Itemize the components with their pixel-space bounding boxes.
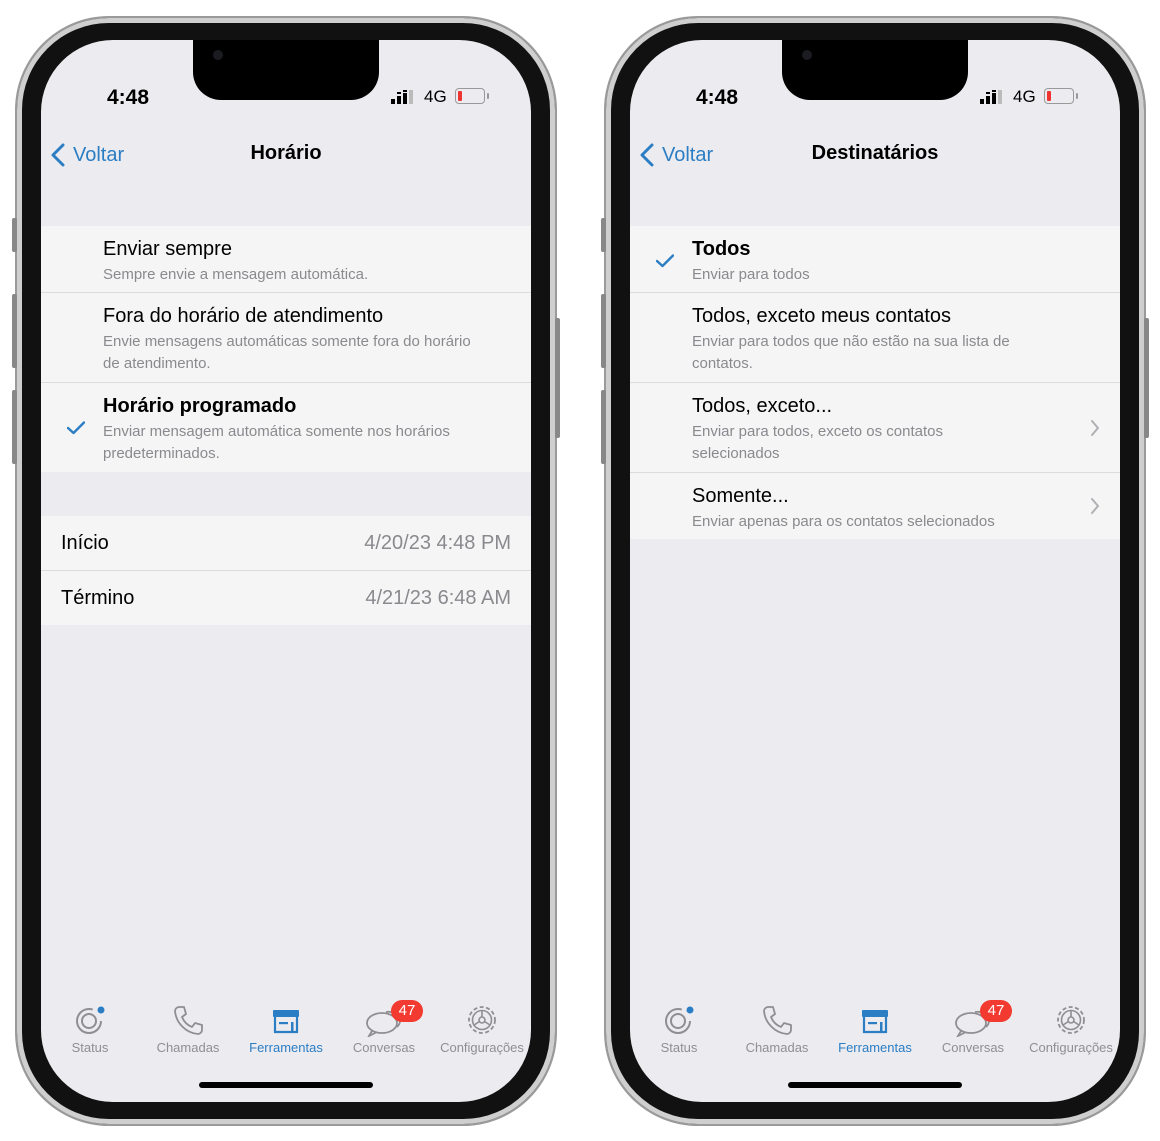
checkmark-icon (656, 254, 674, 268)
recipient-options: Todos Enviar para todos Todos, exceto me… (630, 226, 1120, 539)
option-title: Todos, exceto meus contatos (692, 305, 952, 327)
tab-label: Chamadas (745, 1040, 809, 1055)
silent-switch (601, 218, 606, 252)
network-type: 4G (424, 87, 447, 106)
status-icon (76, 1006, 105, 1034)
battery-icon (1044, 88, 1078, 104)
option-horario-programado[interactable]: Horário programado Enviar mensagem autom… (41, 383, 531, 472)
tab-configuracoes[interactable]: Configurações (433, 1000, 531, 1055)
page-title: Destinatários (811, 142, 939, 164)
option-todos-exceto-meus-contatos[interactable]: Todos, exceto meus contatos Enviar para … (630, 293, 1120, 383)
option-subtitle: Enviar para todos (692, 266, 810, 283)
tab-label: Status (71, 1040, 109, 1055)
store-icon (862, 1010, 888, 1034)
tab-conversas[interactable]: Conversas 47 (924, 1000, 1022, 1055)
option-subtitle: Enviar apenas para os contatos seleciona… (692, 513, 995, 530)
start-time-row[interactable]: Início 4/20/23 4:48 PM (41, 516, 531, 571)
chevron-right-icon (1091, 420, 1099, 436)
option-fora-do-horario[interactable]: Fora do horário de atendimento Envie men… (41, 293, 531, 383)
side-button (1144, 318, 1149, 438)
screen-left: 4:48 4G Voltar Horário Enviar sempre Sem… (41, 40, 531, 1102)
notch (782, 40, 968, 100)
tab-chamadas[interactable]: Chamadas (728, 1000, 826, 1055)
option-title: Horário programado (103, 395, 297, 417)
tab-label: Chamadas (156, 1040, 220, 1055)
network-type: 4G (1013, 87, 1036, 106)
side-button (555, 318, 560, 438)
camera (802, 50, 812, 60)
gear-icon (468, 1006, 496, 1034)
tab-label: Conversas (941, 1040, 1005, 1055)
home-indicator[interactable] (199, 1082, 373, 1088)
navigation-bar: Voltar Destinatários (630, 138, 1120, 174)
tab-label: Ferramentas (249, 1040, 323, 1055)
checkmark-icon (67, 421, 85, 435)
page-title: Horário (250, 142, 322, 164)
tab-label: Configurações (440, 1040, 524, 1055)
tab-label: Ferramentas (838, 1040, 912, 1055)
option-subtitle: Enviar mensagem automática somente nos h… (103, 423, 450, 462)
option-subtitle: Envie mensagens automáticas somente fora… (103, 333, 471, 372)
store-icon (273, 1010, 299, 1034)
schedule-options: Enviar sempre Sempre envie a mensagem au… (41, 226, 531, 472)
signal-icon (980, 90, 1002, 104)
volume-down-button (601, 390, 606, 464)
signal-icon (391, 90, 413, 104)
end-value: 4/21/23 6:48 AM (365, 586, 511, 609)
end-label: Término (61, 586, 135, 609)
option-title: Somente... (692, 485, 789, 507)
option-title: Enviar sempre (103, 238, 232, 260)
tab-configuracoes[interactable]: Configurações (1022, 1000, 1120, 1055)
tab-status[interactable]: Status (630, 1000, 728, 1055)
silent-switch (12, 218, 17, 252)
tab-label: Conversas (352, 1040, 416, 1055)
tab-ferramentas[interactable]: Ferramentas (237, 1000, 335, 1055)
screen-right: 4:48 4G Voltar Destinatários Todos Envia… (630, 40, 1120, 1102)
notch (193, 40, 379, 100)
option-todos-exceto[interactable]: Todos, exceto... Enviar para todos, exce… (630, 383, 1120, 473)
phone-icon (174, 1006, 203, 1035)
status-time: 4:48 (107, 86, 150, 109)
option-title: Fora do horário de atendimento (103, 305, 384, 327)
battery-icon (455, 88, 489, 104)
gear-icon (1057, 1006, 1085, 1034)
phone-frame-left: 4:48 4G Voltar Horário Enviar sempre Sem… (12, 18, 560, 1124)
status-time: 4:48 (696, 86, 739, 109)
phone-icon (763, 1006, 792, 1035)
phone-frame-right: 4:48 4G Voltar Destinatários Todos Envia… (601, 18, 1149, 1124)
tab-ferramentas[interactable]: Ferramentas (826, 1000, 924, 1055)
tab-label: Status (660, 1040, 698, 1055)
tab-chamadas[interactable]: Chamadas (139, 1000, 237, 1055)
start-value: 4/20/23 4:48 PM (364, 531, 511, 554)
option-subtitle: Enviar para todos que não estão na sua l… (692, 333, 1010, 372)
option-enviar-sempre[interactable]: Enviar sempre Sempre envie a mensagem au… (41, 226, 531, 293)
option-subtitle: Enviar para todos, exceto os contatos se… (692, 423, 943, 462)
option-todos[interactable]: Todos Enviar para todos (630, 226, 1120, 293)
option-title: Todos, exceto... (692, 395, 833, 417)
home-indicator[interactable] (788, 1082, 962, 1088)
tab-conversas[interactable]: Conversas 47 (335, 1000, 433, 1055)
chevron-right-icon (1091, 498, 1099, 514)
unread-badge: 47 (391, 1000, 423, 1022)
tab-bar: Status Chamadas Ferramentas Conversas 47… (630, 1000, 1120, 1064)
start-label: Início (61, 531, 109, 554)
schedule-times: Início 4/20/23 4:48 PM Término 4/21/23 6… (41, 516, 531, 625)
option-somente[interactable]: Somente... Enviar apenas para os contato… (630, 473, 1120, 539)
volume-up-button (12, 294, 17, 368)
tab-label: Configurações (1029, 1040, 1113, 1055)
tab-status[interactable]: Status (41, 1000, 139, 1055)
volume-up-button (601, 294, 606, 368)
end-time-row[interactable]: Término 4/21/23 6:48 AM (41, 571, 531, 625)
camera (213, 50, 223, 60)
volume-down-button (12, 390, 17, 464)
navigation-bar: Voltar Horário (41, 138, 531, 174)
option-title: Todos (692, 238, 751, 260)
unread-badge: 47 (980, 1000, 1012, 1022)
option-subtitle: Sempre envie a mensagem automática. (103, 266, 369, 283)
status-icon (665, 1006, 694, 1034)
tab-bar: Status Chamadas Ferramentas Conversas 47… (41, 1000, 531, 1064)
